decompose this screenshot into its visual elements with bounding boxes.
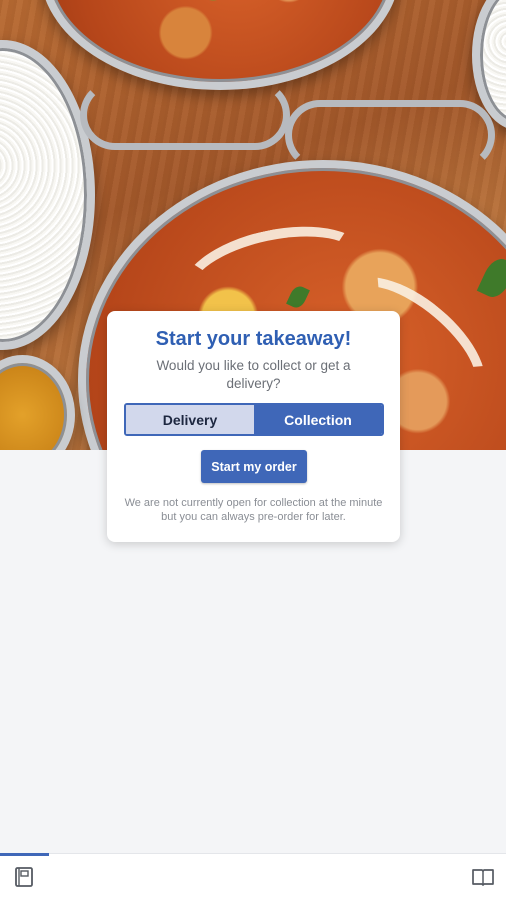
sauce-bowl: [0, 355, 75, 450]
card-title: Start your takeaway!: [155, 328, 352, 350]
open-book-icon[interactable]: [470, 864, 496, 890]
active-tab-indicator: [0, 853, 49, 856]
order-type-toggle: Delivery Collection: [124, 403, 384, 436]
rice-bowl-left: [0, 40, 95, 350]
collection-option[interactable]: Collection: [254, 405, 382, 434]
closed-notice: We are not currently open for collection…: [124, 497, 383, 523]
start-order-button[interactable]: Start my order: [201, 450, 307, 483]
curry-bowl-top: [40, 0, 400, 90]
delivery-option[interactable]: Delivery: [126, 405, 254, 434]
takeaway-card: Start your takeaway! Would you like to c…: [107, 311, 400, 542]
card-subtitle: Would you like to collect or get a deliv…: [156, 358, 351, 391]
menu-book-icon[interactable]: [11, 864, 37, 890]
bowl-handle: [80, 80, 290, 150]
bottom-nav-bar: [0, 853, 506, 900]
